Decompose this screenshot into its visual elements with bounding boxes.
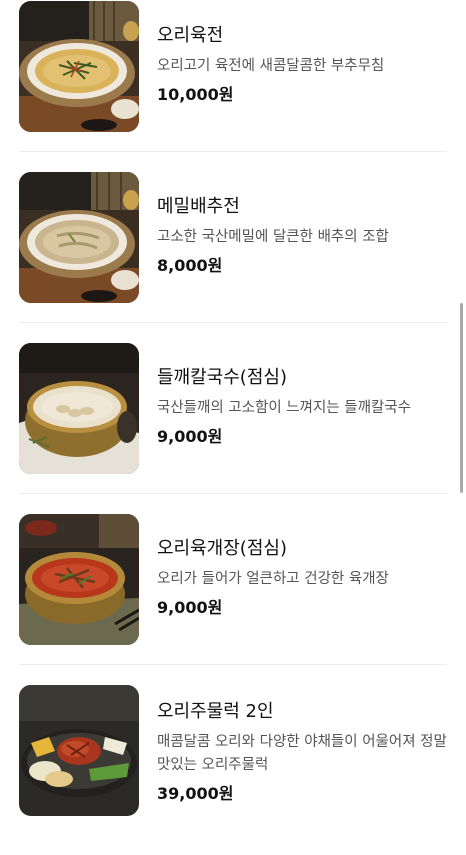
- duck-pancake-photo[interactable]: [19, 1, 139, 132]
- menu-item-price: 9,000원: [157, 598, 223, 617]
- spicy-duck-soup-photo-image: [19, 514, 139, 645]
- menu-item-description: 고소한 국산메밀에 달큰한 배추의 조합: [157, 229, 389, 245]
- duck-pancake-photo-image: [19, 1, 139, 132]
- menu-item-info: 오리육전 오리고기 육전에 새콤달콤한 부추무침 10,000원: [157, 24, 450, 106]
- menu-item-duck-pancake[interactable]: 오리육전 오리고기 육전에 새콤달콤한 부추무침 10,000원: [0, 0, 466, 171]
- menu-item-description: 오리고기 육전에 새콤달콤한 부추무침: [157, 58, 385, 74]
- menu-item-name: 메밀배추전: [157, 196, 240, 217]
- menu-item-info: 오리주물럭 2인 매콤달콤 오리와 다양한 야채들이 어울어져 정말 맛있는 오…: [157, 700, 450, 805]
- divider: [19, 322, 447, 323]
- menu-item-price: 9,000원: [157, 427, 223, 446]
- menu-item-name: 오리주물럭 2인: [157, 701, 274, 722]
- spicy-duck-stir-fry-photo[interactable]: [19, 685, 139, 816]
- spicy-duck-soup-photo[interactable]: [19, 514, 139, 645]
- menu-item-info: 들깨칼국수(점심) 국산들깨의 고소함이 느껴지는 들깨칼국수 9,000원: [157, 366, 450, 448]
- menu-item-spicy-duck-soup[interactable]: 오리육개장(점심) 오리가 들어가 얼큰하고 건강한 육개장 9,000원: [0, 513, 466, 684]
- perilla-noodle-soup-photo-image: [19, 343, 139, 474]
- menu-item-name: 오리육개장(점심): [157, 538, 287, 559]
- menu-item-name: 들깨칼국수(점심): [157, 367, 287, 388]
- menu-item-description: 국산들깨의 고소함이 느껴지는 들깨칼국수: [157, 400, 411, 416]
- menu-item-spicy-duck-stir-fry[interactable]: 오리주물럭 2인 매콤달콤 오리와 다양한 야채들이 어울어져 정말 맛있는 오…: [0, 684, 466, 855]
- menu-item-info: 메밀배추전 고소한 국산메밀에 달큰한 배추의 조합 8,000원: [157, 195, 450, 277]
- divider: [19, 664, 447, 665]
- vertical-scrollbar[interactable]: [460, 303, 463, 493]
- menu-item-description: 매콤달콤 오리와 다양한 야채들이 어울어져 정말 맛있는 오리주물럭: [157, 734, 447, 773]
- menu-item-buckwheat-pancake[interactable]: 메밀배추전 고소한 국산메밀에 달큰한 배추의 조합 8,000원: [0, 171, 466, 342]
- menu-item-description: 오리가 들어가 얼큰하고 건강한 육개장: [157, 571, 389, 587]
- buckwheat-cabbage-pancake-photo[interactable]: [19, 172, 139, 303]
- menu-item-perilla-noodle[interactable]: 들깨칼국수(점심) 국산들깨의 고소함이 느껴지는 들깨칼국수 9,000원: [0, 342, 466, 513]
- divider: [19, 493, 447, 494]
- menu-item-price: 8,000원: [157, 256, 223, 275]
- menu-item-price: 10,000원: [157, 85, 234, 104]
- menu-item-info: 오리육개장(점심) 오리가 들어가 얼큰하고 건강한 육개장 9,000원: [157, 537, 450, 619]
- buckwheat-cabbage-pancake-photo-image: [19, 172, 139, 303]
- perilla-noodle-soup-photo[interactable]: [19, 343, 139, 474]
- menu-item-name: 오리육전: [157, 25, 224, 46]
- divider: [19, 151, 447, 152]
- spicy-duck-stir-fry-photo-image: [19, 685, 139, 816]
- menu-item-price: 39,000원: [157, 784, 234, 803]
